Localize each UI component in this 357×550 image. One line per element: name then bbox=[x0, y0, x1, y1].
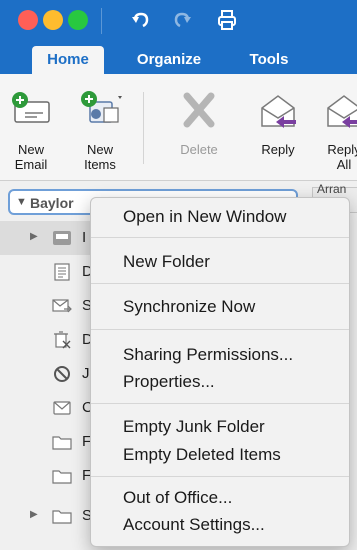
ribbon-divider bbox=[143, 92, 144, 164]
reply-all-button[interactable]: Reply All bbox=[316, 82, 357, 178]
folder-row[interactable]: S bbox=[0, 289, 100, 323]
print-icon[interactable] bbox=[216, 9, 238, 31]
arrange-by-label: Arran bbox=[317, 182, 347, 196]
folder-row[interactable]: J bbox=[0, 357, 100, 391]
sent-icon bbox=[52, 299, 72, 313]
close-window-button[interactable] bbox=[18, 10, 38, 30]
folder-row[interactable]: C bbox=[0, 391, 100, 425]
new-items-icon bbox=[81, 91, 122, 123]
drafts-icon bbox=[54, 263, 70, 281]
outbox-icon bbox=[53, 401, 71, 415]
folder-icon bbox=[52, 470, 72, 484]
reply-all-label-line1: Reply bbox=[327, 142, 357, 157]
title-bar bbox=[0, 0, 357, 46]
delete-button[interactable]: Delete bbox=[170, 82, 228, 178]
menu-item-sharing-permissions[interactable]: Sharing Permissions... bbox=[123, 345, 293, 365]
menu-item-empty-junk-folder[interactable]: Empty Junk Folder bbox=[123, 417, 265, 437]
tab-organize[interactable]: Organize bbox=[126, 46, 212, 74]
menu-separator bbox=[91, 237, 349, 238]
folder-row[interactable]: ▶ I bbox=[0, 221, 94, 255]
folder-icon bbox=[52, 510, 72, 524]
account-name: Baylor bbox=[30, 195, 74, 211]
menu-item-open-in-new-window[interactable]: Open in New Window bbox=[123, 207, 286, 227]
folder-name: J bbox=[82, 365, 90, 382]
toolbar-divider bbox=[101, 8, 102, 34]
minimize-window-button[interactable] bbox=[43, 10, 63, 30]
reply-all-label: Reply All bbox=[316, 142, 357, 172]
reply-icon bbox=[261, 95, 296, 128]
menu-item-empty-deleted-items[interactable]: Empty Deleted Items bbox=[123, 445, 281, 465]
folder-row[interactable]: D bbox=[0, 323, 100, 357]
delete-x-icon bbox=[183, 92, 215, 128]
folder-icon bbox=[52, 436, 72, 450]
menu-separator bbox=[91, 476, 349, 477]
tab-home[interactable]: Home bbox=[32, 46, 104, 74]
new-email-label: New Email bbox=[6, 142, 56, 172]
undo-icon[interactable] bbox=[130, 9, 152, 31]
reply-button[interactable]: Reply bbox=[250, 82, 306, 178]
new-email-label-line2: Email bbox=[14, 157, 48, 172]
new-items-button[interactable]: New Items bbox=[74, 82, 126, 178]
collapse-triangle-icon[interactable]: ▼ bbox=[16, 196, 27, 208]
redo-icon[interactable] bbox=[171, 9, 193, 31]
expand-triangle-icon[interactable]: ▶ bbox=[30, 231, 38, 242]
junk-icon bbox=[54, 366, 70, 382]
reply-all-label-line2: All bbox=[336, 157, 352, 172]
folder-row[interactable]: F bbox=[0, 459, 100, 493]
inbox-icon bbox=[53, 231, 71, 245]
deleted-items-icon bbox=[54, 331, 71, 349]
folder-row[interactable]: D bbox=[0, 255, 100, 289]
menu-item-properties[interactable]: Properties... bbox=[123, 372, 215, 392]
delete-label: Delete bbox=[180, 142, 218, 157]
folder-context-menu: Open in New Window New Folder Synchroniz… bbox=[90, 197, 350, 547]
menu-separator bbox=[91, 329, 349, 330]
expand-triangle-icon[interactable]: ▶ bbox=[30, 509, 38, 520]
reply-label: Reply bbox=[261, 142, 295, 157]
ribbon-tab-bar: Home Organize Tools bbox=[0, 46, 357, 74]
menu-separator bbox=[91, 403, 349, 404]
new-items-label-line2: Items bbox=[84, 157, 116, 172]
new-items-label: New Items bbox=[74, 142, 126, 172]
folder-row[interactable]: F bbox=[0, 425, 100, 459]
menu-item-out-of-office[interactable]: Out of Office... bbox=[123, 488, 232, 508]
reply-all-icon bbox=[327, 95, 357, 128]
ribbon: New Email New Items Delete Reply Repl Al… bbox=[0, 74, 357, 181]
new-items-label-line1: New bbox=[86, 142, 113, 157]
menu-item-new-folder[interactable]: New Folder bbox=[123, 252, 210, 272]
zoom-window-button[interactable] bbox=[68, 10, 88, 30]
menu-item-account-settings[interactable]: Account Settings... bbox=[123, 515, 265, 535]
menu-item-synchronize-now[interactable]: Synchronize Now bbox=[123, 297, 255, 317]
new-email-label-line1: New bbox=[17, 142, 44, 157]
folder-row[interactable]: ▶ S bbox=[0, 499, 100, 533]
tab-tools[interactable]: Tools bbox=[244, 46, 294, 74]
folder-name: I bbox=[82, 229, 87, 246]
menu-separator bbox=[91, 283, 349, 284]
new-email-icon bbox=[12, 92, 50, 123]
new-email-button[interactable]: New Email bbox=[6, 82, 56, 178]
